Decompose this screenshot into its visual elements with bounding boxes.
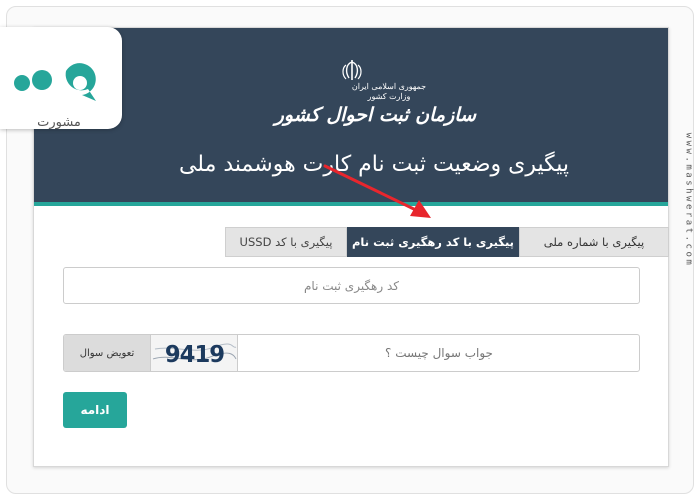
logo-icon bbox=[14, 63, 96, 101]
header-accent-line bbox=[34, 202, 668, 206]
captcha-text: 9419 bbox=[165, 342, 224, 368]
iran-emblem-icon bbox=[342, 60, 362, 80]
refresh-captcha-button[interactable]: تعویض سوال bbox=[64, 335, 151, 371]
gov-line-2: وزارت کشور bbox=[367, 92, 411, 101]
org-name: سازمان ثبت احوال کشور bbox=[274, 104, 476, 126]
continue-button[interactable]: ادامه bbox=[63, 392, 127, 428]
tab-ussd[interactable]: پیگیری با کد USSD bbox=[225, 227, 347, 257]
site-logo: مشورت bbox=[0, 27, 122, 130]
tracking-tabs: پیگیری با کد USSD پیگیری با کد رهگیری ثب… bbox=[225, 227, 669, 257]
tab-tracking-code[interactable]: پیگیری با کد رهگیری ثبت نام bbox=[347, 227, 519, 257]
gov-line-1: جمهوری اسلامی ایران bbox=[351, 82, 427, 91]
header-banner: جمهوری اسلامی ایران وزارت کشور سازمان ثب… bbox=[34, 28, 668, 204]
captcha-image: 9419 bbox=[151, 335, 238, 371]
tab-national-id[interactable]: پیگیری با شماره ملی bbox=[519, 227, 669, 257]
gov-caption: جمهوری اسلامی ایران وزارت کشور bbox=[334, 82, 444, 102]
logo-text: مشورت bbox=[37, 115, 81, 130]
tracking-code-input[interactable]: کد رهگیری ثبت نام bbox=[63, 267, 640, 304]
site-watermark: www.mashwerat.com bbox=[681, 100, 695, 300]
page-title: پیگیری وضعیت ثبت نام کارت هوشمند ملی bbox=[178, 152, 570, 177]
tracking-card: جمهوری اسلامی ایران وزارت کشور سازمان ثب… bbox=[33, 27, 669, 467]
watermark-text: www.mashwerat.com bbox=[683, 132, 693, 268]
captcha-row: تعویض سوال 9419 جواب سوال چیست ؟ bbox=[63, 334, 640, 372]
captcha-answer-input[interactable]: جواب سوال چیست ؟ bbox=[238, 335, 639, 371]
